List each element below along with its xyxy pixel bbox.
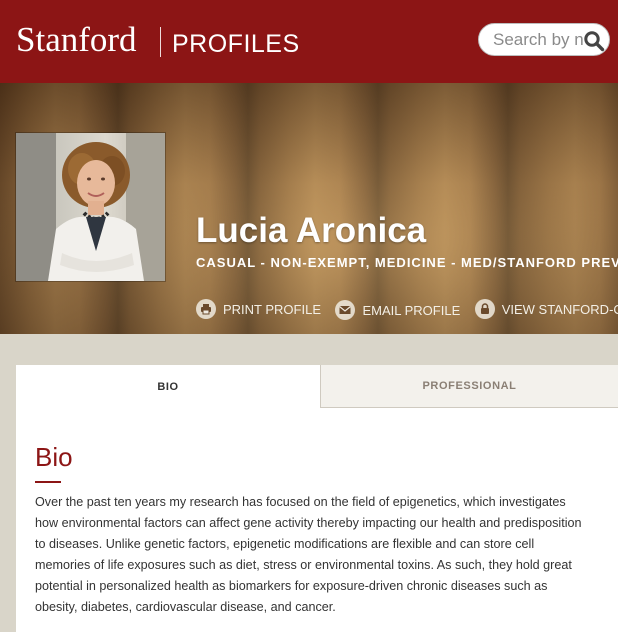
bio-heading: Bio: [35, 442, 73, 472]
printer-icon: [196, 299, 216, 319]
envelope-icon: [335, 300, 356, 320]
email-profile-link[interactable]: EMAIL PROFILE: [335, 300, 460, 320]
profile-hero: Lucia Aronica CASUAL - NON-EXEMPT, MEDIC…: [0, 83, 618, 334]
top-header: Stanford PROFILES: [0, 0, 618, 83]
profile-title: CASUAL - NON-EXEMPT, MEDICINE - MED/STAN…: [196, 255, 618, 270]
print-profile-label: PRINT PROFILE: [223, 301, 322, 317]
view-stanford-only-label: VIEW STANFORD-ONLY PROFILE: [501, 301, 618, 317]
logo-divider: [160, 27, 161, 57]
profile-photo: [16, 133, 165, 281]
search-box[interactable]: [478, 23, 610, 56]
lock-icon: [474, 299, 495, 319]
tab-professional[interactable]: PROFESSIONAL: [320, 365, 618, 408]
search-input[interactable]: [493, 30, 583, 50]
tab-band: [0, 334, 618, 365]
stanford-logo[interactable]: Stanford: [16, 22, 137, 57]
email-profile-label: EMAIL PROFILE: [362, 302, 461, 318]
heading-underline: [35, 481, 61, 483]
print-profile-link[interactable]: PRINT PROFILE: [196, 299, 321, 319]
profile-name: Lucia Aronica: [196, 211, 427, 250]
view-stanford-only-link[interactable]: VIEW STANFORD-ONLY PROFILE: [474, 299, 618, 319]
search-icon[interactable]: [583, 30, 605, 52]
tab-bio[interactable]: BIO: [16, 365, 320, 408]
profile-actions: PRINT PROFILE EMAIL PROFILE VIEW STANFOR…: [196, 299, 618, 321]
bio-text: Over the past ten years my research has …: [35, 495, 582, 614]
bio-panel: Bio Over the past ten years my research …: [16, 408, 618, 632]
profiles-label[interactable]: PROFILES: [172, 32, 300, 57]
